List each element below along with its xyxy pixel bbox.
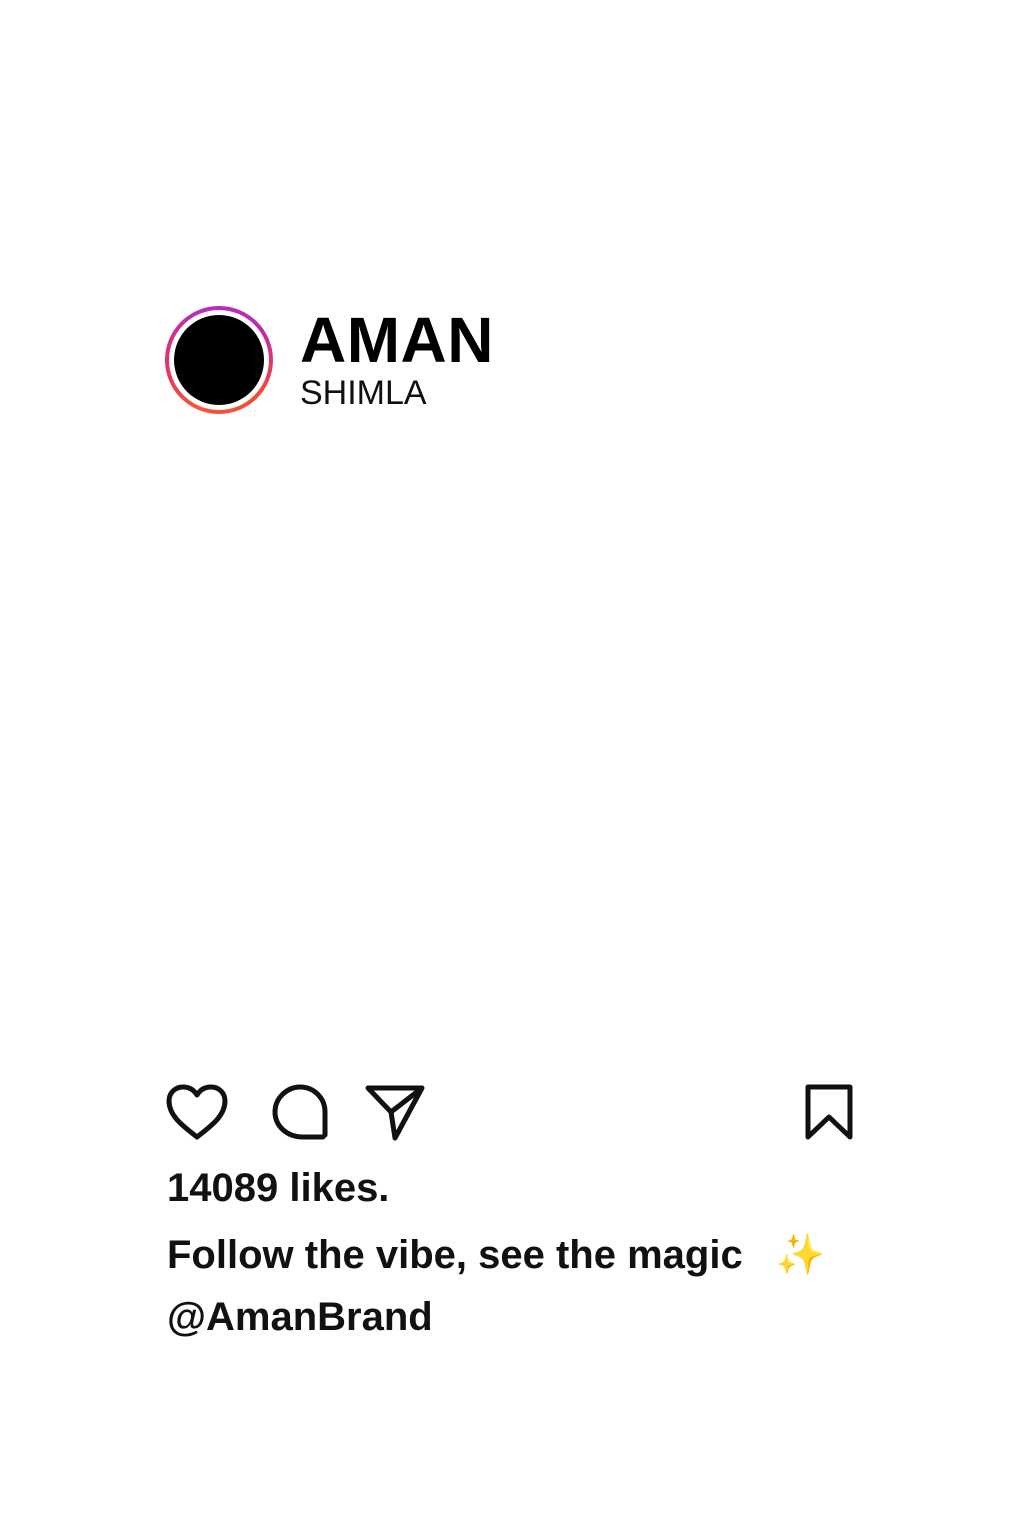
heart-outline-icon	[165, 1083, 229, 1141]
bookmark-icon	[803, 1082, 855, 1142]
comment-bubble-icon	[269, 1081, 331, 1143]
header-text: AMAN SHIMLA	[300, 308, 494, 412]
post-media[interactable]	[165, 440, 855, 1060]
like-button[interactable]	[165, 1080, 229, 1144]
paper-plane-icon	[364, 1082, 426, 1142]
save-button[interactable]	[797, 1080, 861, 1144]
username[interactable]: AMAN	[300, 308, 494, 372]
avatar-gap	[169, 310, 269, 410]
action-bar	[165, 1080, 855, 1144]
comment-button[interactable]	[268, 1080, 332, 1144]
brand-handle[interactable]: @AmanBrand	[167, 1292, 433, 1342]
avatar	[174, 315, 264, 405]
share-button[interactable]	[363, 1080, 427, 1144]
story-ring-avatar[interactable]	[165, 306, 273, 414]
caption-text: Follow the vibe, see the magic	[167, 1233, 743, 1277]
location[interactable]: SHIMLA	[300, 374, 494, 412]
caption: Follow the vibe, see the magic ✨	[167, 1230, 826, 1280]
post-header: AMAN SHIMLA	[165, 306, 494, 414]
sparkle-emoji: ✨	[775, 1233, 826, 1277]
likes-count[interactable]: 14089 likes.	[167, 1164, 389, 1212]
